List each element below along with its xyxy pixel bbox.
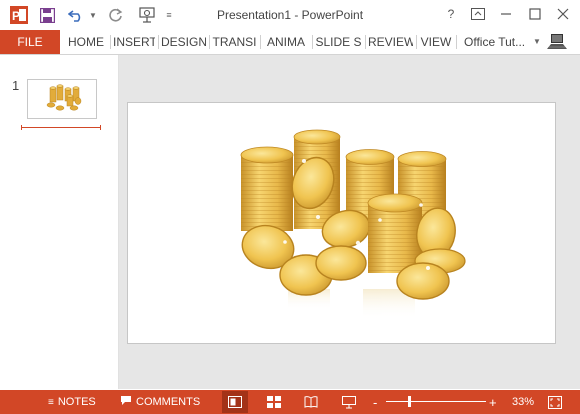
tab-transitions[interactable]: TRANSI — [212, 30, 257, 54]
tab-home[interactable]: HOME — [66, 30, 106, 54]
tab-animations[interactable]: ANIMA — [263, 30, 309, 54]
status-bar: ≡ NOTES COMMENTS - + 33% — [0, 390, 580, 414]
notes-label: NOTES — [57, 396, 96, 408]
thumbnail-insertion-marker — [21, 125, 101, 130]
account-avatar-icon[interactable] — [546, 33, 568, 56]
zoom-in-button[interactable]: + — [489, 390, 497, 414]
zoom-level[interactable]: 33% — [512, 390, 534, 414]
minimize-icon[interactable] — [497, 5, 515, 23]
slide-thumbnail[interactable] — [27, 79, 97, 119]
ribbon-display-options-icon[interactable] — [469, 5, 487, 23]
account-name[interactable]: Office Tut... — [464, 30, 525, 54]
zoom-out-button[interactable]: - — [373, 390, 377, 414]
comments-label: COMMENTS — [136, 396, 201, 408]
tab-divider — [312, 35, 313, 49]
comments-button[interactable]: COMMENTS — [120, 390, 200, 414]
zoom-slider-thumb[interactable] — [408, 396, 411, 407]
tab-insert[interactable]: INSERT — [113, 30, 155, 54]
tab-divider — [209, 35, 210, 49]
tab-file[interactable]: FILE — [0, 30, 60, 54]
account-dropdown-icon[interactable]: ▼ — [533, 30, 541, 54]
fit-slide-icon[interactable] — [548, 390, 562, 414]
window-title: Presentation1 - PowerPoint — [216, 8, 364, 22]
close-icon[interactable] — [554, 5, 572, 23]
gold-coins-image[interactable] — [128, 103, 555, 343]
gold-coins-thumbnail-image — [46, 84, 82, 111]
title-bar: P ▼ ≡ Presentation1 - PowerPoint ? — [0, 0, 580, 30]
reading-view-icon[interactable] — [298, 391, 324, 413]
comment-icon — [120, 395, 132, 409]
slide-number: 1 — [12, 78, 20, 93]
ribbon-tabs: FILE HOME INSERT DESIGN TRANSI ANIMA SLI… — [0, 30, 580, 55]
tab-divider — [416, 35, 417, 49]
tab-divider — [110, 35, 111, 49]
tab-review[interactable]: REVIEW — [368, 30, 413, 54]
slide-canvas[interactable] — [127, 102, 556, 344]
tab-design[interactable]: DESIGN — [161, 30, 206, 54]
zoom-slider-track[interactable] — [386, 401, 486, 402]
slide-editing-area — [119, 55, 580, 389]
normal-view-icon[interactable] — [222, 391, 248, 413]
tab-view[interactable]: VIEW — [419, 30, 453, 54]
tab-divider — [456, 35, 457, 49]
help-button[interactable]: ? — [442, 5, 460, 23]
slide-show-icon[interactable] — [336, 391, 362, 413]
tab-divider — [365, 35, 366, 49]
maximize-icon[interactable] — [526, 5, 544, 23]
slide-thumbnail-pane: 1 — [0, 55, 119, 389]
slide-sorter-icon[interactable] — [261, 391, 287, 413]
notes-icon: ≡ — [48, 396, 54, 408]
tab-divider — [158, 35, 159, 49]
tab-slide-show[interactable]: SLIDE S — [315, 30, 362, 54]
tab-divider — [260, 35, 261, 49]
notes-button[interactable]: ≡ NOTES — [48, 390, 96, 414]
